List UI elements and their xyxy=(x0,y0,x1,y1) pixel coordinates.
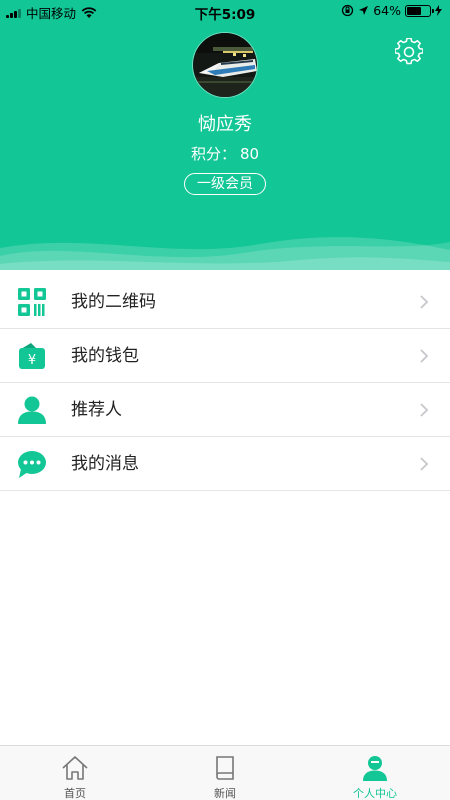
avatar-train-image xyxy=(193,33,257,97)
battery-icon xyxy=(405,4,434,17)
menu-item-qr-code[interactable]: 我的二维码 xyxy=(0,275,450,329)
menu-item-wallet[interactable]: ¥ 我的钱包 xyxy=(0,329,450,383)
chevron-right-icon xyxy=(420,349,429,363)
menu-item-label: 我的消息 xyxy=(71,454,139,474)
chevron-right-icon xyxy=(420,403,429,417)
wallet-icon: ¥ xyxy=(19,343,45,369)
location-icon xyxy=(359,6,369,15)
settings-gear-icon[interactable] xyxy=(395,38,423,66)
svg-text:¥: ¥ xyxy=(28,353,36,368)
profile-header: 中国移动 下午5:09 64% 恸应秀 积分： 80 一级会员 xyxy=(0,0,450,270)
menu-item-messages[interactable]: 我的消息 xyxy=(0,437,450,491)
battery-percent: 64% xyxy=(373,3,401,18)
person-icon xyxy=(18,396,46,424)
member-level-badge: 一级会员 xyxy=(184,173,266,195)
avatar[interactable] xyxy=(192,32,258,98)
menu-item-label: 推荐人 xyxy=(71,400,122,420)
charging-icon xyxy=(435,5,442,16)
points-value: 80 xyxy=(239,145,260,163)
header-wave-decoration xyxy=(0,237,450,270)
user-name: 恸应秀 xyxy=(198,114,252,135)
status-bar: 中国移动 下午5:09 64% xyxy=(0,0,450,24)
qr-code-icon xyxy=(18,288,46,316)
orientation-lock-icon xyxy=(342,4,354,17)
menu-item-label: 我的二维码 xyxy=(71,292,156,312)
menu-item-referrer[interactable]: 推荐人 xyxy=(0,383,450,437)
status-right: 64% xyxy=(341,3,442,18)
tab-home[interactable]: 首页 xyxy=(0,746,150,800)
user-icon xyxy=(363,756,387,781)
chevron-right-icon xyxy=(420,457,429,471)
points-label: 积分： xyxy=(190,145,236,163)
book-icon xyxy=(216,756,234,780)
profile-menu: 我的二维码 ¥ 我的钱包 推荐人 我的消息 xyxy=(0,275,450,491)
message-icon xyxy=(18,451,46,478)
bottom-tab-bar: 首页 新闻 个人中心 xyxy=(0,745,450,800)
home-icon xyxy=(62,756,88,780)
tab-profile-center[interactable]: 个人中心 xyxy=(300,746,450,800)
tab-label: 新闻 xyxy=(214,787,236,800)
menu-item-label: 我的钱包 xyxy=(71,346,139,366)
tab-label: 个人中心 xyxy=(353,787,397,800)
points-row: 积分： 80 xyxy=(0,143,450,164)
tab-news[interactable]: 新闻 xyxy=(150,746,300,800)
battery-fill xyxy=(407,6,422,15)
tab-label: 首页 xyxy=(64,787,86,800)
chevron-right-icon xyxy=(420,295,429,309)
